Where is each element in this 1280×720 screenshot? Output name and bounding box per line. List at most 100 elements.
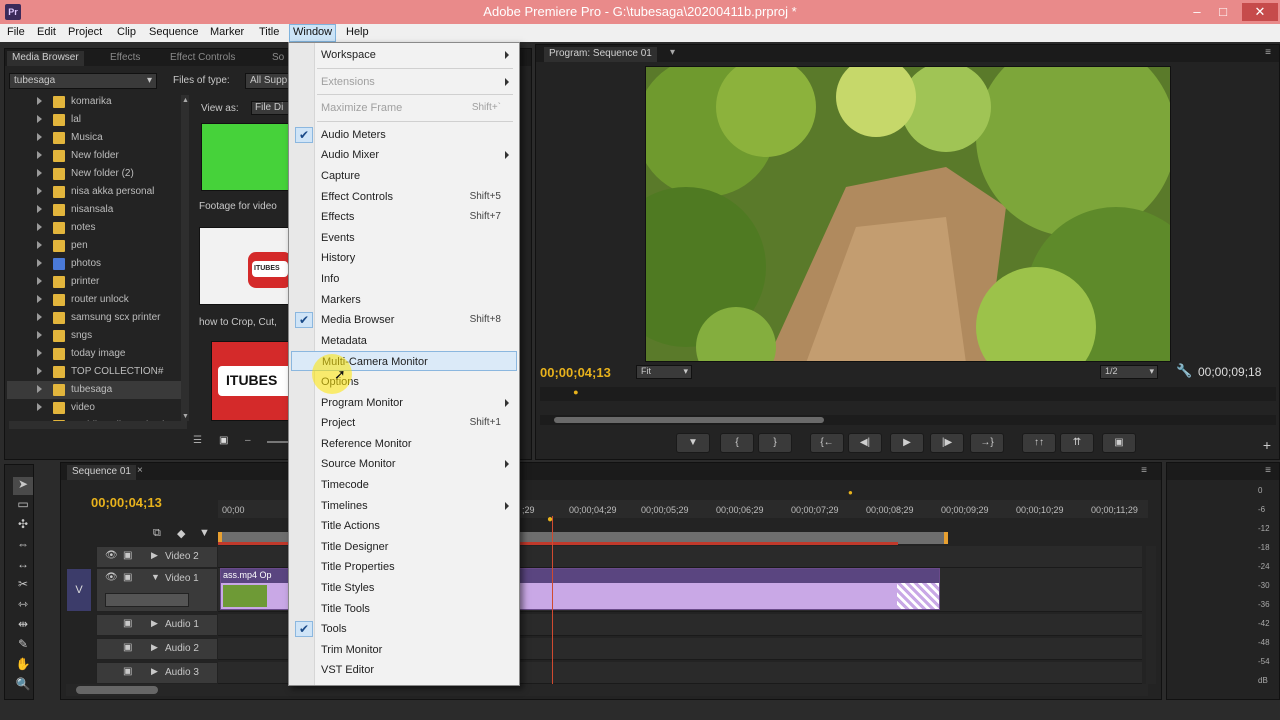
program-playhead-icon[interactable]: ● — [573, 387, 581, 397]
snap-icon[interactable]: ⧉ — [153, 527, 161, 540]
folder-item[interactable]: notes — [7, 219, 187, 237]
menu-item-effect-controls[interactable]: Effect Controls Shift+5 — [291, 187, 517, 207]
timeline-hscrollbar[interactable] — [66, 684, 1148, 696]
chevron-right-icon[interactable] — [37, 277, 42, 285]
zoom-out-icon[interactable]: – — [245, 435, 259, 449]
scroll-up-icon[interactable]: ▲ — [182, 97, 189, 104]
files-of-type-dropdown[interactable]: All Supp — [245, 73, 293, 89]
chevron-right-icon[interactable] — [37, 295, 42, 303]
menu-item-metadata[interactable]: Metadata — [291, 331, 517, 351]
tab-effect-controls[interactable]: Effect Controls — [165, 51, 240, 66]
menu-marker[interactable]: Marker — [210, 26, 244, 38]
panel-menu-icon[interactable]: ≡ — [1265, 465, 1271, 476]
menu-item-timelines[interactable]: Timelines — [291, 496, 517, 516]
folder-item[interactable]: pen — [7, 237, 187, 255]
location-dropdown[interactable]: tubesaga ▾ — [9, 73, 157, 89]
menu-window[interactable]: Window — [289, 24, 337, 42]
menu-item-tools[interactable]: ✔ Tools — [291, 619, 517, 639]
work-area-end-handle[interactable] — [944, 532, 948, 544]
chevron-right-icon[interactable] — [37, 187, 42, 195]
menu-item-workspace[interactable]: Workspace — [291, 45, 517, 65]
chevron-right-icon[interactable] — [37, 367, 42, 375]
chevron-right-icon[interactable] — [37, 403, 42, 411]
folder-item[interactable]: nisa akka personal — [7, 183, 187, 201]
go-to-in-button[interactable]: {← — [810, 433, 844, 453]
eye-icon[interactable]: 👁 — [105, 550, 118, 561]
chevron-right-icon[interactable]: ▶ — [151, 666, 158, 677]
chevron-right-icon[interactable] — [37, 133, 42, 141]
chevron-right-icon[interactable] — [37, 259, 42, 267]
chevron-right-icon[interactable] — [37, 385, 42, 393]
source-patch-v[interactable]: V — [66, 568, 92, 612]
chevron-right-icon[interactable] — [37, 169, 42, 177]
menu-clip[interactable]: Clip — [117, 26, 136, 38]
menu-item-title-properties[interactable]: Title Properties — [291, 557, 517, 577]
scroll-down-icon[interactable]: ▼ — [182, 413, 189, 420]
mark-in-button[interactable]: { — [720, 433, 754, 453]
folder-item[interactable]: New folder — [7, 147, 187, 165]
wrench-icon[interactable]: 🔧 — [1176, 363, 1192, 379]
close-tab-icon[interactable]: × — [137, 465, 143, 476]
mark-out-button[interactable]: } — [758, 433, 792, 453]
lock-icon[interactable]: ▣ — [123, 642, 132, 653]
sequence-marker-icon[interactable]: ● — [848, 488, 858, 498]
timeline-vscrollbar[interactable] — [1146, 546, 1156, 684]
track-header-audio-1[interactable]: ▣ ▶ Audio 1 — [96, 614, 218, 636]
eye-icon[interactable]: 👁 — [105, 572, 118, 583]
resolution-dropdown[interactable]: 1/2 ▾ — [1100, 365, 1158, 379]
folder-item[interactable]: lal — [7, 111, 187, 129]
menu-item-audio-meters[interactable]: ✔ Audio Meters — [291, 125, 517, 145]
menu-item-title-designer[interactable]: Title Designer — [291, 537, 517, 557]
chevron-right-icon[interactable] — [37, 241, 42, 249]
thumbnail-green-screen[interactable] — [201, 123, 291, 191]
zoom-bar-handle[interactable] — [554, 417, 824, 423]
menu-item-timecode[interactable]: Timecode — [291, 475, 517, 495]
timeline-hscroll-handle[interactable] — [76, 686, 158, 694]
chevron-right-icon[interactable] — [37, 205, 42, 213]
folder-item[interactable]: today image — [7, 345, 187, 363]
tab-sequence-01[interactable]: Sequence 01 — [67, 465, 136, 480]
track-header-audio-3[interactable]: ▣ ▶ Audio 3 — [96, 662, 218, 684]
folder-item[interactable]: New folder (2) — [7, 165, 187, 183]
clip-transition[interactable] — [897, 583, 939, 609]
button-editor-icon[interactable]: + — [1263, 437, 1271, 453]
chevron-right-icon[interactable] — [37, 151, 42, 159]
close-button[interactable]: ✕ — [1242, 3, 1278, 21]
menu-item-media-browser[interactable]: ✔ Media Browser Shift+8 — [291, 310, 517, 330]
track-select-tool-icon[interactable]: ▭ — [13, 497, 33, 515]
zoom-slider[interactable] — [267, 441, 289, 443]
lock-icon[interactable]: ▣ — [123, 666, 132, 677]
menu-item-reference-monitor[interactable]: Reference Monitor — [291, 434, 517, 454]
chevron-right-icon[interactable]: ▶ — [151, 550, 158, 561]
menu-item-source-monitor[interactable]: Source Monitor — [291, 454, 517, 474]
folder-item[interactable]: video — [7, 399, 187, 417]
hand-tool-icon[interactable]: ✋ — [13, 657, 33, 675]
track-header-video-2[interactable]: 👁 ▣ ▶ Video 2 — [96, 546, 218, 568]
lock-icon[interactable]: ▣ — [123, 550, 132, 561]
lock-icon[interactable]: ▣ — [123, 572, 132, 583]
chevron-right-icon[interactable] — [37, 331, 42, 339]
chevron-right-icon[interactable] — [37, 223, 42, 231]
fit-dropdown[interactable]: Fit ▾ — [636, 365, 692, 379]
zoom-tool-icon[interactable]: 🔍 — [13, 677, 33, 695]
chevron-right-icon[interactable] — [37, 313, 42, 321]
panel-menu-icon[interactable]: ≡ — [1141, 465, 1147, 476]
menu-item-program-monitor[interactable]: Program Monitor — [291, 393, 517, 413]
menu-item-effects[interactable]: Effects Shift+7 — [291, 207, 517, 227]
tab-media-browser[interactable]: Media Browser — [7, 51, 84, 66]
menu-edit[interactable]: Edit — [37, 26, 56, 38]
slip-tool-icon[interactable]: ⇿ — [13, 597, 33, 615]
rolling-edit-tool-icon[interactable]: ⇔ — [13, 537, 33, 555]
menu-title[interactable]: Title — [259, 26, 279, 38]
folder-item[interactable]: nisansala — [7, 201, 187, 219]
menu-item-trim-monitor[interactable]: Trim Monitor — [291, 640, 517, 660]
track-header-video-1[interactable]: 👁 ▣ ▼ Video 1 — [96, 568, 218, 612]
chevron-right-icon[interactable] — [37, 97, 42, 105]
panel-menu-icon[interactable]: ≡ — [1265, 47, 1271, 58]
lift-button[interactable]: ↑↑ — [1022, 433, 1056, 453]
go-to-out-button[interactable]: →} — [970, 433, 1004, 453]
step-forward-button[interactable]: |▶ — [930, 433, 964, 453]
menu-item-project[interactable]: Project Shift+1 — [291, 413, 517, 433]
tab-source[interactable]: So — [267, 51, 289, 66]
chevron-right-icon[interactable] — [37, 115, 42, 123]
